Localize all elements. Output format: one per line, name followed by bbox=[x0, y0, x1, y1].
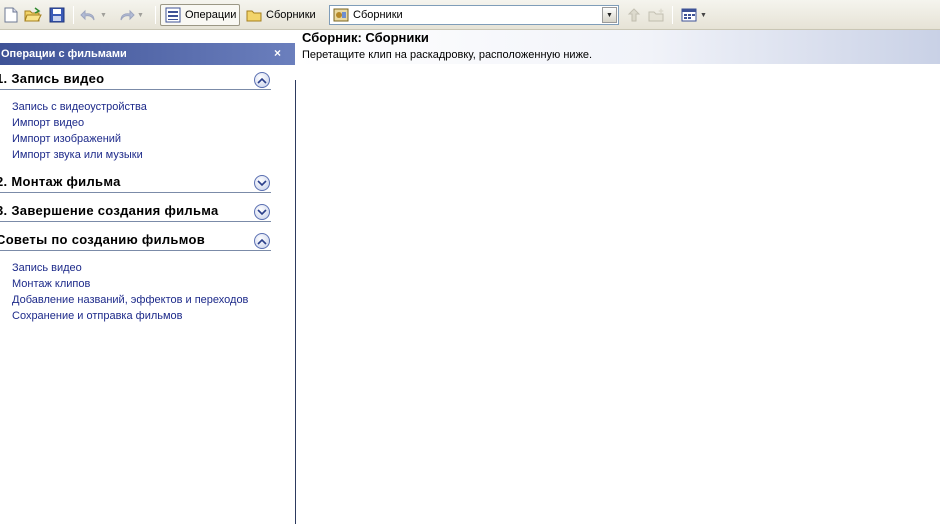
toolbar-separator bbox=[73, 6, 74, 24]
tip-link-save-send[interactable]: Сохранение и отправка фильмов bbox=[12, 310, 183, 322]
views-dropdown-icon[interactable]: ▼ bbox=[700, 12, 707, 19]
chevron-down-icon[interactable]: ▼ bbox=[602, 7, 617, 23]
tip-link-edit-clips[interactable]: Монтаж клипов bbox=[12, 278, 90, 290]
collections-combo[interactable]: Сборники ▼ bbox=[329, 5, 619, 25]
redo-button[interactable]: ▼ bbox=[117, 4, 144, 26]
section-capture-video[interactable]: 1. Запись видео bbox=[0, 70, 271, 90]
task-pane-header: Операции с фильмами × bbox=[0, 43, 295, 65]
chevron-up-icon[interactable] bbox=[254, 72, 270, 88]
open-project-button[interactable] bbox=[24, 4, 42, 26]
save-project-icon bbox=[48, 6, 66, 24]
section-title: Советы по созданию фильмов bbox=[0, 232, 205, 247]
tasks-button-label: Операции bbox=[185, 9, 237, 21]
tasks-list-icon bbox=[164, 6, 182, 24]
views-button[interactable]: ▼ bbox=[680, 4, 707, 26]
collection-content-area[interactable] bbox=[296, 64, 940, 524]
task-link-import-video[interactable]: Импорт видео bbox=[12, 117, 84, 129]
collection-instruction: Перетащите клип на раскадровку, располож… bbox=[302, 49, 593, 61]
task-pane-title: Операции с фильмами bbox=[1, 48, 127, 60]
open-project-icon bbox=[24, 6, 42, 24]
main-toolbar: ▼ ▼ Операции Сборники Сборники ▼ ▼ bbox=[0, 0, 940, 30]
movie-tasks-pane: Операции с фильмами × 1. Запись видео За… bbox=[0, 30, 295, 524]
up-arrow-icon bbox=[625, 6, 643, 24]
section-finish-movie[interactable]: 3. Завершение создания фильма bbox=[0, 202, 271, 222]
tasks-button[interactable]: Операции bbox=[160, 4, 241, 26]
new-collection-button[interactable] bbox=[648, 4, 666, 26]
tip-link-capture-video[interactable]: Запись видео bbox=[12, 262, 82, 274]
toolbar-separator bbox=[672, 6, 673, 24]
undo-icon bbox=[80, 6, 98, 24]
redo-icon bbox=[117, 6, 135, 24]
chevron-up-icon[interactable] bbox=[254, 233, 270, 249]
collection-header: Сборник: Сборники Перетащите клип на рас… bbox=[296, 30, 940, 64]
new-folder-icon bbox=[648, 6, 666, 24]
redo-dropdown-icon[interactable]: ▼ bbox=[137, 12, 144, 19]
task-link-capture-from-device[interactable]: Запись с видеоустройства bbox=[12, 101, 147, 113]
section-edit-movie[interactable]: 2. Монтаж фильма bbox=[0, 173, 271, 193]
section-title: 1. Запись видео bbox=[0, 71, 105, 86]
collections-button[interactable]: Сборники bbox=[242, 4, 319, 26]
save-project-button[interactable] bbox=[48, 4, 66, 26]
collections-button-label: Сборники bbox=[266, 9, 316, 21]
collection-title: Сборник: Сборники bbox=[302, 30, 429, 45]
collection-film-icon bbox=[333, 7, 349, 23]
collections-combo-value: Сборники bbox=[353, 9, 403, 21]
task-link-import-audio[interactable]: Импорт звука или музыки bbox=[12, 149, 143, 161]
new-project-button[interactable] bbox=[2, 4, 20, 26]
close-icon[interactable]: × bbox=[274, 46, 281, 60]
undo-dropdown-icon[interactable]: ▼ bbox=[100, 12, 107, 19]
chevron-down-icon[interactable] bbox=[254, 204, 270, 220]
task-link-import-pictures[interactable]: Импорт изображений bbox=[12, 133, 121, 145]
views-grid-icon bbox=[680, 6, 698, 24]
folder-icon bbox=[245, 6, 263, 24]
section-movie-tips[interactable]: Советы по созданию фильмов bbox=[0, 231, 271, 251]
toolbar-separator bbox=[155, 6, 156, 24]
tip-link-add-titles-effects[interactable]: Добавление названий, эффектов и переходо… bbox=[12, 294, 248, 306]
section-title: 2. Монтаж фильма bbox=[0, 174, 121, 189]
up-level-button[interactable] bbox=[625, 4, 643, 26]
new-project-icon bbox=[2, 6, 20, 24]
undo-button[interactable]: ▼ bbox=[80, 4, 107, 26]
chevron-down-icon[interactable] bbox=[254, 175, 270, 191]
section-title: 3. Завершение создания фильма bbox=[0, 203, 219, 218]
